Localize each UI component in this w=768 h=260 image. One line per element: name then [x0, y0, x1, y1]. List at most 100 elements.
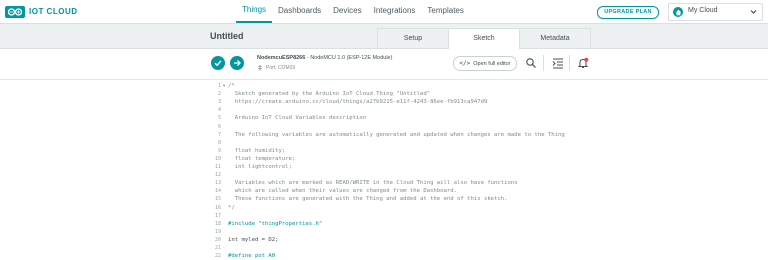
tab-metadata[interactable]: Metadata [519, 28, 591, 48]
line-number: 11 [214, 164, 221, 170]
code-line[interactable]: 16 */ [0, 204, 768, 212]
search-icon[interactable] [525, 57, 537, 69]
code-text: These functions are generated with the T… [228, 196, 508, 203]
code-text: Sketch generated by the Arduino IoT Clou… [228, 91, 431, 98]
line-number: 13 [214, 180, 221, 187]
line-number: 2 [217, 91, 221, 98]
code-line[interactable]: 7 The following variables are automatica… [0, 131, 768, 139]
fold-toggle-icon[interactable]: ▾ [223, 82, 225, 90]
nav-dashboards[interactable]: Dashboards [272, 0, 327, 23]
line-number: 12 [214, 172, 221, 179]
code-line[interactable]: 5 Arduino IoT Cloud Variables descriptio… [0, 114, 768, 122]
home-icon [673, 7, 683, 17]
code-line[interactable]: 19 [0, 228, 768, 236]
code-line[interactable]: 13 Variables which are marked as READ/WR… [0, 179, 768, 187]
toolbar-divider [543, 55, 544, 71]
code-text: #define pot A0 [228, 253, 276, 260]
line-number: 19 [214, 228, 221, 235]
line-number: 9 [217, 147, 221, 154]
board-selector[interactable]: NodemcuESP8266 - NodeMCU 1.0 (ESP-12E Mo… [257, 55, 392, 61]
indent-icon[interactable] [552, 57, 564, 69]
code-text: The following variables are automaticall… [228, 131, 565, 138]
open-full-editor-label: Open full editor [473, 60, 511, 67]
arrow-right-icon [234, 60, 241, 66]
logo-text: IOT CLOUD [29, 7, 78, 16]
code-icon: </> [459, 60, 471, 67]
code-text: float temperature; [228, 155, 296, 162]
port-label: Port: COM19 [266, 65, 296, 71]
sketch-toolbar: NodemcuESP8266 - NodeMCU 1.0 (ESP-12E Mo… [0, 49, 768, 80]
code-text: which are called when their values are c… [228, 188, 458, 195]
code-text: */ [228, 204, 235, 211]
code-text: int myled = D2; [228, 236, 279, 243]
code-line[interactable]: 10 float temperature; [0, 155, 768, 163]
code-line[interactable]: 1 ▾/* [0, 82, 768, 90]
line-number: 6 [217, 123, 221, 130]
toolbar-divider [569, 55, 570, 71]
nav-templates[interactable]: Templates [421, 0, 469, 23]
code-line[interactable]: 14 which are called when their values ar… [0, 187, 768, 195]
top-navigation-bar: IOT CLOUD Things Dashboards Devices Inte… [0, 0, 768, 24]
code-line[interactable]: 3 https://create.arduino.cc/cloud/things… [0, 98, 768, 106]
thing-header: Untitled Setup Sketch Metadata [0, 24, 768, 49]
code-line[interactable]: 11 int lightcontrol; [0, 163, 768, 171]
code-text: Variables which are marked as READ/WRITE… [228, 180, 518, 187]
code-line[interactable]: 8 [0, 139, 768, 147]
thing-tabs: Setup Sketch Metadata [377, 28, 591, 49]
line-number: 15 [214, 196, 221, 203]
code-line[interactable]: 4 [0, 106, 768, 114]
page-title[interactable]: Untitled [210, 31, 244, 41]
tab-sketch[interactable]: Sketch [448, 28, 520, 49]
code-line[interactable]: 12 [0, 171, 768, 179]
cloud-space-select[interactable]: My Cloud [668, 3, 763, 21]
code-line[interactable]: 9 float humidity; [0, 147, 768, 155]
code-text: #include "thingProperties.h" [228, 220, 323, 227]
code-line[interactable]: 18 #include "thingProperties.h" [0, 220, 768, 228]
line-number: 20 [214, 236, 221, 243]
line-number: 17 [214, 212, 221, 219]
arduino-infinity-icon [5, 5, 25, 18]
line-number: 22 [214, 253, 221, 260]
main-nav: Things Dashboards Devices Integrations T… [236, 0, 470, 23]
chevron-down-icon [750, 10, 757, 14]
port-info: Port: COM19 [257, 65, 295, 71]
nav-integrations[interactable]: Integrations [368, 0, 422, 23]
line-number: 1 [217, 83, 221, 89]
code-text: Arduino IoT Cloud Variables description [228, 115, 367, 122]
line-number: 3 [217, 99, 221, 106]
usb-icon [258, 65, 262, 71]
line-number: 5 [217, 115, 221, 122]
code-line[interactable]: 20 int myled = D2; [0, 236, 768, 244]
code-text: https://create.arduino.cc/cloud/things/a… [228, 99, 488, 106]
line-number: 18 [214, 220, 221, 227]
line-number: 10 [214, 155, 221, 162]
code-text: float humidity; [228, 147, 286, 154]
code-line[interactable]: 2 Sketch generated by the Arduino IoT Cl… [0, 90, 768, 98]
code-line[interactable]: 22 #define pot A0 [0, 252, 768, 260]
verify-button[interactable] [211, 56, 225, 70]
code-line[interactable]: 15 These functions are generated with th… [0, 195, 768, 203]
code-line[interactable]: 17 [0, 212, 768, 220]
nav-devices[interactable]: Devices [327, 0, 367, 23]
upload-button[interactable] [230, 56, 244, 70]
line-number: 16 [214, 204, 221, 211]
line-number: 14 [214, 188, 221, 195]
code-line[interactable]: 6 [0, 123, 768, 131]
line-number: 7 [217, 131, 221, 138]
code-line[interactable]: 21 [0, 244, 768, 252]
check-icon [214, 60, 222, 67]
board-model: - NodeMCU 1.0 (ESP-12E Module) [305, 55, 393, 61]
notification-bell-icon[interactable] [577, 57, 589, 69]
iot-cloud-logo[interactable]: IOT CLOUD [5, 5, 78, 18]
code-text: int lightcontrol; [228, 164, 292, 170]
line-number: 8 [217, 139, 221, 146]
nav-things[interactable]: Things [236, 0, 273, 23]
code-editor[interactable]: 1 ▾/* 2 Sketch generated by the Arduino Io… [0, 80, 768, 259]
line-number: 21 [214, 245, 221, 251]
board-name: NodemcuESP8266 [257, 55, 306, 61]
tab-setup[interactable]: Setup [377, 28, 449, 48]
line-number: 4 [217, 107, 221, 114]
open-full-editor-button[interactable]: </> Open full editor [453, 56, 517, 71]
upgrade-plan-button[interactable]: UPGRADE PLAN [597, 6, 659, 19]
code-text: /* [228, 83, 235, 89]
